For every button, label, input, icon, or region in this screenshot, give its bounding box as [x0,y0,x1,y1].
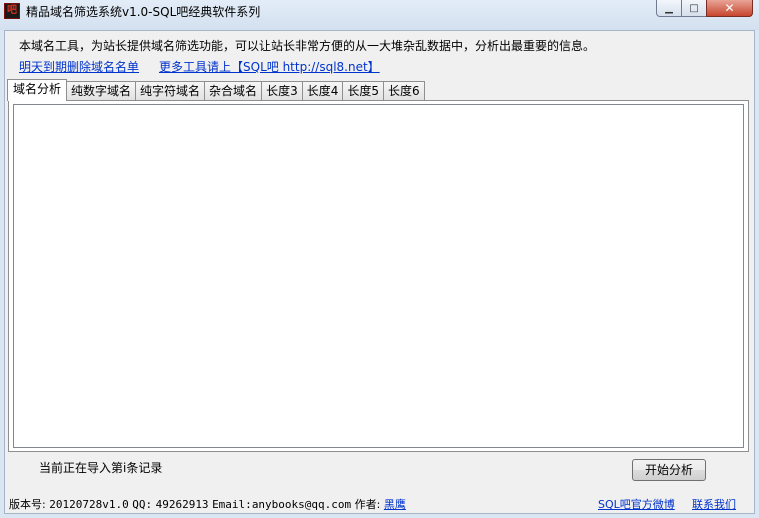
minimize-button[interactable]: ▁ [656,0,682,17]
tab-length-3[interactable]: 长度3 [261,81,303,100]
author-label: 作者: [354,498,381,511]
close-button[interactable]: ✕ [706,0,753,17]
email-label: Email: [212,498,252,511]
contact-link[interactable]: 联系我们 [692,496,736,512]
version-value: 20120728v1.0 [49,498,129,511]
tab-panel [8,100,749,452]
maximize-icon: □ [689,2,699,14]
tab-alpha-domains[interactable]: 纯字符域名 [135,81,206,100]
domain-input-textarea[interactable] [13,104,744,448]
email-value: anybooks@qq.com [251,498,352,511]
title-bar[interactable]: 吧 精品域名筛选系统v1.0-SQL吧经典软件系列 ▁ □ ✕ [0,0,759,30]
version-label: 版本号: [9,498,46,511]
window-title: 精品域名筛选系统v1.0-SQL吧经典软件系列 [26,5,261,19]
footer-info: 版本号: 20120728v1.0 QQ: 49262913 Email:any… [9,496,406,512]
tab-length-5[interactable]: 长度5 [342,81,384,100]
tab-length-4[interactable]: 长度4 [301,81,344,100]
tab-length-6[interactable]: 长度6 [382,81,425,100]
app-icon[interactable]: 吧 [4,3,20,19]
author-link[interactable]: 黑鹰 [384,498,406,511]
import-status: 当前正在导入第i条记录 [39,461,163,475]
tab-domain-analysis[interactable]: 域名分析 [7,79,68,101]
tab-numeric-domains[interactable]: 纯数字域名 [66,81,137,100]
qq-value: 49262913 [155,498,209,511]
tab-mixed-domains[interactable]: 杂合域名 [204,81,263,100]
footer: 版本号: 20120728v1.0 QQ: 49262913 Email:any… [5,493,754,513]
maximize-button[interactable]: □ [681,0,707,17]
weibo-link[interactable]: SQL吧官方微博 [598,496,675,512]
tab-strip: 域名分析 纯数字域名 纯字符域名 杂合域名 长度3 长度4 长度5 长度6 [7,79,425,101]
intro-text: 本域名工具，为站长提供域名筛选功能，可以让站长非常方便的从一大堆杂乱数据中，分析… [19,39,596,53]
minimize-icon: ▁ [665,2,673,14]
window-controls: ▁ □ ✕ [656,0,753,18]
more-tools-link[interactable]: 更多工具请上【SQL吧 http://sql8.net】 [159,58,380,75]
main-form: 本域名工具，为站长提供域名筛选功能，可以让站长非常方便的从一大堆杂乱数据中，分析… [4,30,755,514]
expiring-domains-link[interactable]: 明天到期删除域名名单 [19,58,139,75]
close-icon: ✕ [724,1,735,15]
qq-label: QQ: [132,498,153,511]
start-analysis-button[interactable]: 开始分析 [632,459,706,481]
